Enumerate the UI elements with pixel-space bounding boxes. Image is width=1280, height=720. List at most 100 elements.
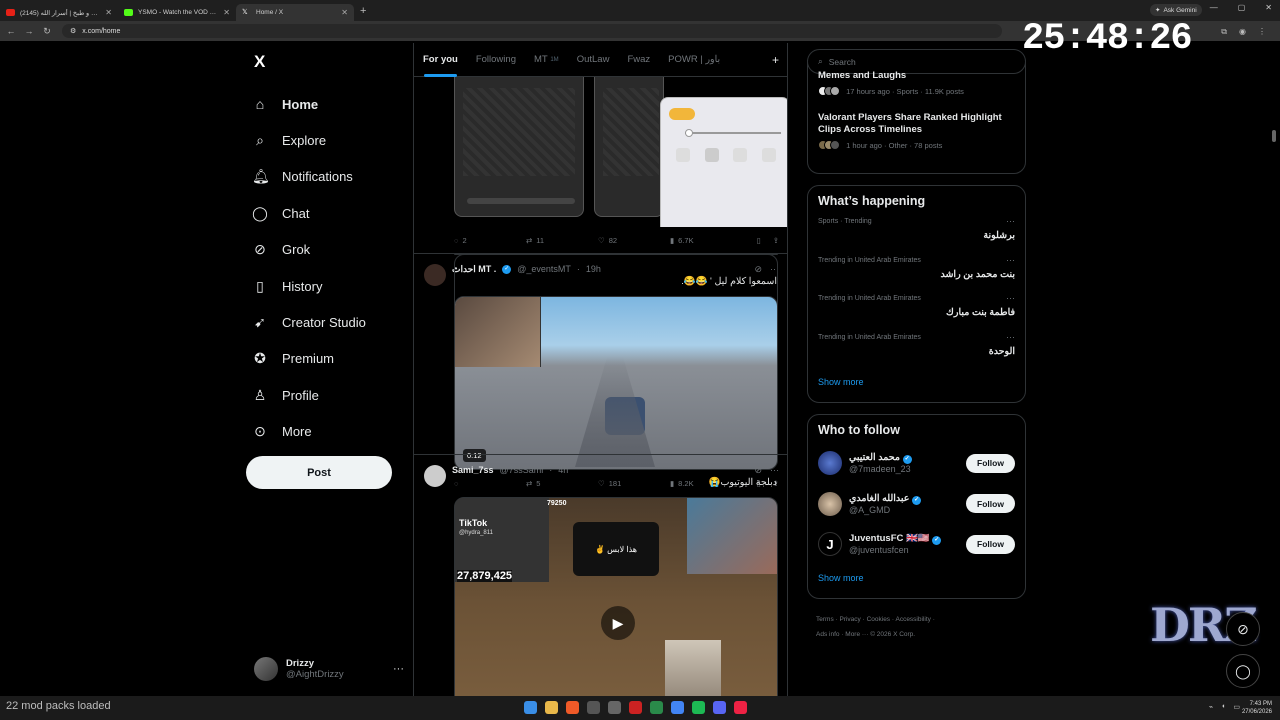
sidebar-item-history[interactable]: ▯ History <box>252 268 412 304</box>
grok-icon[interactable]: ⊘ <box>754 465 762 476</box>
footer-link[interactable]: Accessibility <box>895 616 930 623</box>
sidebar-item-notifications[interactable]: 🔔︎ Notifications <box>252 159 412 195</box>
repost-button[interactable]: ⇄ 11 <box>526 236 598 245</box>
windows-start-icon[interactable] <box>524 701 537 714</box>
chrome-icon[interactable] <box>671 701 684 714</box>
grok-fab-button[interactable]: ⊘ <box>1226 612 1260 646</box>
app-icon[interactable] <box>650 701 663 714</box>
tab-for-you[interactable]: For you <box>414 43 467 77</box>
close-icon[interactable]: ✕ <box>223 8 230 17</box>
tab-following[interactable]: Following <box>467 43 525 77</box>
system-clock[interactable]: 7:43 PM 27/06/2026 <box>1242 700 1272 716</box>
more-icon[interactable]: ··· <box>1006 293 1015 303</box>
url-field[interactable]: ⚙ x.com/home <box>62 24 1002 38</box>
messages-fab-button[interactable]: ◯ <box>1226 654 1260 688</box>
reply-button[interactable]: ◌ <box>454 479 526 488</box>
footer-link[interactable]: Privacy <box>839 616 860 623</box>
browser-tab-youtube[interactable]: سوالف و طبخ | أسرار الله (2145) ✕ <box>0 4 118 21</box>
like-button[interactable]: ♡ 181 <box>598 479 670 488</box>
close-icon[interactable]: ✕ <box>105 8 112 17</box>
more-icon[interactable]: ··· <box>770 465 779 476</box>
play-button[interactable]: ▶ <box>601 606 635 640</box>
sidebar-item-chat[interactable]: ◯ Chat <box>252 195 412 231</box>
views-button[interactable]: ▮ 6.7K <box>670 236 738 245</box>
follow-suggestion[interactable]: عبدالله الغامدي ✓ @A_GMD Follow <box>808 484 1025 525</box>
account-switcher[interactable]: Drizzy @AightDrizzy ··· <box>254 654 404 684</box>
battery-icon[interactable]: ▭ <box>1233 703 1240 711</box>
like-button[interactable]: ♡ 82 <box>598 236 670 245</box>
tab-outlaw[interactable]: OutLaw <box>568 43 619 77</box>
footer-link[interactable]: Terms <box>816 616 834 623</box>
tab-mt[interactable]: MT 1M <box>525 43 568 77</box>
volume-icon[interactable]: ◖ <box>1221 703 1225 711</box>
follow-button[interactable]: Follow <box>966 494 1015 514</box>
x-logo-icon[interactable]: X <box>254 52 265 72</box>
footer-link[interactable]: More ··· <box>845 631 868 638</box>
browser-tab-x[interactable]: 𝕏 Home / X ✕ <box>236 4 354 21</box>
post-video-player[interactable]: TikTok @hydra_811 27,879,425 79250 هذا ل… <box>454 497 778 696</box>
profile-avatar-icon[interactable]: ◉ <box>1239 27 1246 37</box>
add-tab-icon[interactable]: + <box>772 53 779 67</box>
repost-button[interactable]: ⇄ 5 <box>526 479 598 488</box>
app-icon[interactable] <box>608 701 621 714</box>
browser-tab-kick[interactable]: YSMO - Watch the VOD on Kick ✕ <box>118 4 236 21</box>
brave-icon[interactable] <box>566 701 579 714</box>
more-icon[interactable]: ··· <box>1006 255 1015 265</box>
reply-button[interactable]: ◌ 2 <box>454 236 526 245</box>
follow-button[interactable]: Follow <box>966 453 1015 473</box>
post-author-name[interactable]: Sami_7ss <box>452 465 494 475</box>
discord-icon[interactable] <box>713 701 726 714</box>
sidebar-item-more[interactable]: ⊙ More <box>252 414 412 450</box>
spotify-icon[interactable] <box>692 701 705 714</box>
minimize-icon[interactable]: — <box>1210 3 1218 12</box>
show-more-link[interactable]: Show more <box>808 369 1025 395</box>
sidebar-item-explore[interactable]: ⌕ Explore <box>252 122 412 158</box>
footer-link[interactable]: Cookies <box>867 616 890 623</box>
news-item[interactable]: Valorant Players Share Ranked Highlight … <box>808 102 1025 156</box>
app-icon[interactable] <box>734 701 747 714</box>
post-time[interactable]: 4h <box>558 465 568 475</box>
follow-button[interactable]: Follow <box>966 534 1015 554</box>
network-icon[interactable]: ⌁ <box>1209 703 1213 711</box>
site-info-icon[interactable]: ⚙ <box>70 27 76 35</box>
app-icon[interactable] <box>629 701 642 714</box>
file-explorer-icon[interactable] <box>545 701 558 714</box>
follow-suggestion[interactable]: J JuventusFC 🇬🇧🇺🇸 ✓ @juventusfcen Follow <box>808 524 1025 565</box>
reload-icon[interactable]: ↻ <box>40 26 54 37</box>
share-icon[interactable]: ⇪ <box>773 236 779 245</box>
tab-powr[interactable]: POWR | باور <box>659 43 729 77</box>
sidebar-item-profile[interactable]: ♙ Profile <box>252 377 412 413</box>
post-button[interactable]: Post <box>246 456 392 489</box>
post-author-handle[interactable]: @7ssSami <box>500 465 544 475</box>
forward-icon[interactable]: → <box>22 26 36 36</box>
menu-icon[interactable]: ⋮ <box>1258 27 1266 37</box>
bookmark-icon[interactable]: ▯ <box>757 236 761 245</box>
ask-gemini-button[interactable]: ✦ Ask Gemini <box>1150 4 1202 16</box>
maximize-icon[interactable]: ▢ <box>1238 3 1246 12</box>
post-video-player[interactable]: 0:12 <box>454 296 778 470</box>
news-item[interactable]: Memes and Laughs 17 hours ago · Sports ·… <box>808 60 1025 102</box>
sidebar-item-home[interactable]: ⌂ Home <box>252 86 412 122</box>
sidebar-item-creator-studio[interactable]: ➹ Creator Studio <box>252 304 412 340</box>
back-icon[interactable]: ← <box>4 26 18 36</box>
post-media-image[interactable] <box>454 77 787 227</box>
more-icon[interactable]: ··· <box>1006 332 1015 342</box>
new-tab-button[interactable]: + <box>360 5 366 17</box>
trend-item[interactable]: Trending in United Arab Emirates ··· الوحد… <box>808 330 1025 369</box>
more-icon[interactable]: ··· <box>393 663 404 675</box>
more-icon[interactable]: ··· <box>1006 216 1015 226</box>
follow-suggestion[interactable]: محمد العتيبي ✓ @7madeen_23 Follow <box>808 443 1025 484</box>
trend-item[interactable]: Trending in United Arab Emirates ··· فاطمة… <box>808 291 1025 330</box>
sidebar-item-grok[interactable]: ⊘ Grok <box>252 232 412 268</box>
trend-item[interactable]: Trending in United Arab Emirates ··· بنت م… <box>808 253 1025 292</box>
app-icon[interactable] <box>587 701 600 714</box>
avatar[interactable] <box>424 465 446 487</box>
show-more-link[interactable]: Show more <box>808 565 1025 591</box>
sidebar-item-premium[interactable]: ✪ Premium <box>252 341 412 377</box>
trend-item[interactable]: Sports · Trending ··· برشلونة <box>808 214 1025 253</box>
tab-fwaz[interactable]: Fwaz <box>618 43 659 77</box>
close-window-icon[interactable]: ✕ <box>1265 3 1272 12</box>
avatar[interactable] <box>424 264 446 286</box>
scrollbar-thumb[interactable] <box>1272 130 1276 142</box>
extensions-icon[interactable]: ⧉ <box>1221 27 1227 37</box>
